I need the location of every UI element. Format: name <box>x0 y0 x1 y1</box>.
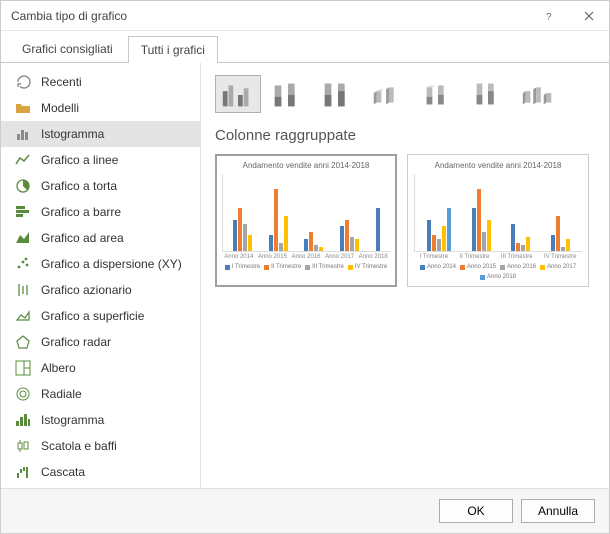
chart-preview-title: Andamento vendite anni 2014-2018 <box>414 161 582 170</box>
treemap-icon <box>15 360 31 376</box>
sidebar-item-pie[interactable]: Grafico a torta <box>1 173 200 199</box>
chart-preview-plot <box>222 174 390 252</box>
tab-recommended[interactable]: Grafici consigliati <box>9 35 126 62</box>
sidebar-item-label: Modelli <box>41 101 79 115</box>
chart-preview-1[interactable]: Andamento vendite anni 2014-2018Anno 201… <box>215 154 397 287</box>
sidebar-item-label: Recenti <box>41 75 82 89</box>
subtype-3d-stacked-column[interactable] <box>415 75 461 113</box>
sidebar-item-label: Grafico a torta <box>41 179 117 193</box>
sidebar-item-label: Grafico radar <box>41 335 111 349</box>
chart-preview-2[interactable]: Andamento vendite anni 2014-2018I Trimes… <box>407 154 589 287</box>
sidebar-item-bar[interactable]: Grafico a barre <box>1 199 200 225</box>
subtype-3d-column[interactable] <box>515 75 561 113</box>
surface-chart-icon <box>15 308 31 324</box>
sidebar-item-label: Grafico a dispersione (XY) <box>41 257 182 271</box>
sidebar-item-label: Albero <box>41 361 76 375</box>
sidebar-item-label: Scatola e baffi <box>41 439 117 453</box>
cancel-button[interactable]: Annulla <box>521 499 595 523</box>
chart-preview-title: Andamento vendite anni 2014-2018 <box>222 161 390 170</box>
sidebar-item-line[interactable]: Grafico a linee <box>1 147 200 173</box>
sidebar-item-label: Grafico a linee <box>41 153 118 167</box>
subtype-title: Colonne raggruppate <box>215 127 595 144</box>
close-button[interactable] <box>569 1 609 31</box>
subtype-row <box>215 75 595 113</box>
tab-all-charts[interactable]: Tutti i grafici <box>128 36 218 63</box>
chart-category-sidebar: Recenti Modelli Istogramma Grafico a lin… <box>1 63 201 488</box>
subtype-clustered-column[interactable] <box>215 75 261 113</box>
sidebar-item-label: Grafico ad area <box>41 231 124 245</box>
line-chart-icon <box>15 152 31 168</box>
sidebar-item-radar[interactable]: Grafico radar <box>1 329 200 355</box>
subtype-stacked-column[interactable] <box>265 75 311 113</box>
sidebar-item-templates[interactable]: Modelli <box>1 95 200 121</box>
svg-text:?: ? <box>546 12 552 21</box>
radar-chart-icon <box>15 334 31 350</box>
folder-icon <box>15 100 31 116</box>
titlebar: Cambia tipo di grafico ? <box>1 1 609 31</box>
box-whisker-icon <box>15 438 31 454</box>
change-chart-type-dialog: Cambia tipo di grafico ? Grafici consigl… <box>0 0 610 534</box>
sidebar-item-label: Cascata <box>41 465 85 479</box>
waterfall-icon <box>15 464 31 480</box>
area-chart-icon <box>15 230 31 246</box>
ok-button[interactable]: OK <box>439 499 513 523</box>
sidebar-item-histogram[interactable]: Istogramma <box>1 407 200 433</box>
sidebar-item-label: Istogramma <box>41 127 104 141</box>
pie-chart-icon <box>15 178 31 194</box>
sunburst-icon <box>15 386 31 402</box>
sidebar-item-label: Radiale <box>41 387 82 401</box>
sidebar-item-label: Istogramma <box>41 413 104 427</box>
sidebar-item-recent[interactable]: Recenti <box>1 69 200 95</box>
sidebar-item-boxwhisker[interactable]: Scatola e baffi <box>1 433 200 459</box>
column-chart-icon <box>15 126 31 142</box>
sidebar-item-label: Grafico azionario <box>41 283 132 297</box>
sidebar-item-waterfall[interactable]: Cascata <box>1 459 200 485</box>
subtype-3d-clustered-column[interactable] <box>365 75 411 113</box>
sidebar-item-treemap[interactable]: Albero <box>1 355 200 381</box>
subtype-3d-100-stacked-column[interactable] <box>465 75 511 113</box>
scatter-chart-icon <box>15 256 31 272</box>
chart-subtype-panel: Colonne raggruppate Andamento vendite an… <box>201 63 609 488</box>
sidebar-item-column[interactable]: Istogramma <box>1 121 200 147</box>
sidebar-item-label: Grafico a superficie <box>41 309 144 323</box>
recent-icon <box>15 74 31 90</box>
chart-preview-legend: I TrimestreII TrimestreIII TrimestreIV T… <box>222 264 390 270</box>
stock-chart-icon <box>15 282 31 298</box>
preview-row: Andamento vendite anni 2014-2018 Anno 201… <box>215 154 595 287</box>
tab-bar: Grafici consigliati Tutti i grafici <box>1 31 609 63</box>
sidebar-item-area[interactable]: Grafico ad area <box>1 225 200 251</box>
sidebar-item-surface[interactable]: Grafico a superficie <box>1 303 200 329</box>
dialog-title: Cambia tipo di grafico <box>11 9 529 23</box>
bar-chart-icon <box>15 204 31 220</box>
sidebar-item-label: Grafico a barre <box>41 205 121 219</box>
sidebar-item-stock[interactable]: Grafico azionario <box>1 277 200 303</box>
dialog-footer: OK Annulla <box>1 488 609 533</box>
chart-preview-legend: Anno 2014Anno 2015Anno 2016Anno 2017Anno… <box>414 264 582 280</box>
histogram-icon <box>15 412 31 428</box>
sidebar-item-scatter[interactable]: Grafico a dispersione (XY) <box>1 251 200 277</box>
subtype-100-stacked-column[interactable] <box>315 75 361 113</box>
sidebar-item-sunburst[interactable]: Radiale <box>1 381 200 407</box>
help-button[interactable]: ? <box>529 1 569 31</box>
chart-preview-plot <box>414 174 582 252</box>
